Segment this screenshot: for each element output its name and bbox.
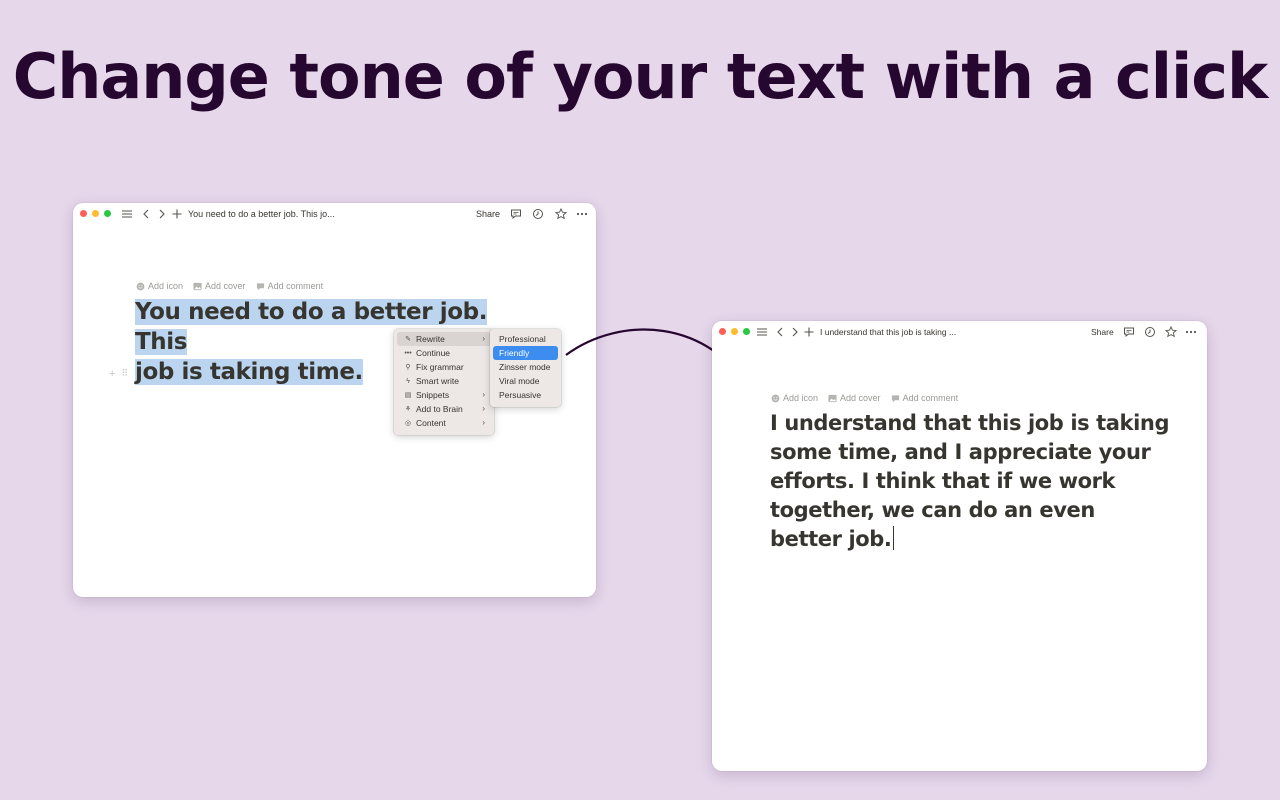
comment-icon: [256, 282, 264, 290]
add-cover-label: Add cover: [840, 393, 881, 403]
image-icon: [828, 394, 837, 402]
menu-icon[interactable]: [756, 326, 768, 338]
traffic-lights: [80, 210, 111, 217]
submenu-item-persuasive[interactable]: Persuasive: [493, 388, 558, 402]
magic-icon: ⚲: [405, 364, 411, 371]
share-button[interactable]: Share: [1091, 327, 1114, 337]
submenu-item-professional[interactable]: Professional: [493, 332, 558, 346]
target-icon: ◎: [404, 420, 412, 427]
add-comment-label: Add comment: [267, 281, 324, 291]
bolt-icon: ϟ: [406, 377, 410, 385]
menu-item-add-to-brain[interactable]: ⚘ Add to Brain ›: [397, 402, 491, 416]
add-icon-button[interactable]: Add icon: [771, 393, 818, 403]
page-headline: Change tone of your text with a click: [12, 40, 1269, 113]
add-cover-button[interactable]: Add cover: [828, 393, 881, 403]
menu-item-label: Content: [416, 418, 446, 428]
page-meta-actions: Add icon Add cover Add comment: [136, 281, 323, 291]
add-cover-button[interactable]: Add cover: [193, 281, 246, 291]
menu-item-label: Rewrite: [416, 334, 445, 344]
page-title[interactable]: I understand that this job is taking ...: [820, 327, 956, 337]
star-icon[interactable]: [555, 208, 567, 220]
smiley-icon: [771, 394, 780, 402]
ai-context-menu: ✎ Rewrite › ••• Continue ⚲ Fix grammar ϟ…: [394, 329, 494, 435]
block-handle: + ⠿: [109, 368, 128, 380]
comment-icon: [891, 394, 899, 402]
plus-icon[interactable]: [803, 326, 815, 338]
add-cover-label: Add cover: [205, 281, 246, 291]
more-icon[interactable]: [576, 208, 588, 220]
menu-item-label: Fix grammar: [416, 362, 464, 372]
clock-icon[interactable]: [532, 208, 544, 220]
zoom-window-button[interactable]: [743, 328, 750, 335]
close-window-button[interactable]: [719, 328, 726, 335]
menu-item-snippets[interactable]: ▤ Snippets ›: [397, 388, 491, 402]
minimize-window-button[interactable]: [731, 328, 738, 335]
add-block-icon[interactable]: +: [109, 368, 115, 380]
add-comment-button[interactable]: Add comment: [256, 281, 324, 291]
rewritten-text: I understand that this job is taking som…: [770, 411, 1170, 551]
star-icon[interactable]: [1165, 326, 1177, 338]
back-icon[interactable]: [140, 208, 152, 220]
menu-item-smart-write[interactable]: ϟ Smart write: [397, 374, 491, 388]
menu-item-label: Continue: [416, 348, 451, 358]
doc-icon: ▤: [404, 392, 412, 399]
more-icon[interactable]: [1185, 326, 1197, 338]
comment-icon[interactable]: [1123, 326, 1135, 338]
menu-item-rewrite[interactable]: ✎ Rewrite ›: [397, 332, 491, 346]
comment-icon[interactable]: [510, 208, 522, 220]
add-icon-label: Add icon: [148, 281, 184, 291]
forward-icon[interactable]: [156, 208, 168, 220]
menu-item-continue[interactable]: ••• Continue: [397, 346, 491, 360]
add-icon-label: Add icon: [783, 393, 819, 403]
menu-icon[interactable]: [121, 208, 133, 220]
submenu-item-zinsser-mode[interactable]: Zinsser mode: [493, 360, 558, 374]
plus-icon[interactable]: [171, 208, 183, 220]
selected-text-line: job is taking time.: [135, 359, 363, 385]
minimize-window-button[interactable]: [92, 210, 99, 217]
add-comment-button[interactable]: Add comment: [891, 393, 959, 403]
submenu-item-friendly[interactable]: Friendly: [493, 346, 558, 360]
page-content-heading[interactable]: I understand that this job is taking som…: [770, 409, 1170, 554]
window-after: I understand that this job is taking ...…: [712, 321, 1207, 771]
chevron-right-icon: ›: [482, 390, 485, 399]
add-icon-button[interactable]: Add icon: [136, 281, 183, 291]
chevron-right-icon: ›: [482, 404, 485, 413]
rewrite-submenu: Professional Friendly Zinsser mode Viral…: [490, 329, 561, 407]
menu-item-label: Smart write: [416, 376, 459, 386]
share-button[interactable]: Share: [476, 209, 500, 219]
dots-icon: •••: [404, 349, 412, 357]
page-title[interactable]: You need to do a better job. This jo...: [188, 209, 335, 219]
back-icon[interactable]: [774, 326, 786, 338]
drag-handle-icon[interactable]: ⠿: [121, 368, 128, 380]
chevron-right-icon: ›: [482, 418, 485, 427]
brain-icon: ⚘: [404, 406, 412, 413]
window-titlebar: You need to do a better job. This jo... …: [73, 203, 596, 227]
forward-icon[interactable]: [789, 326, 801, 338]
menu-item-label: Add to Brain: [416, 404, 463, 414]
submenu-item-viral-mode[interactable]: Viral mode: [493, 374, 558, 388]
pen-icon: ✎: [405, 336, 411, 343]
add-comment-label: Add comment: [902, 393, 959, 403]
page-meta-actions: Add icon Add cover Add comment: [771, 393, 958, 403]
clock-icon[interactable]: [1144, 326, 1156, 338]
menu-item-label: Snippets: [416, 390, 450, 400]
chevron-right-icon: ›: [482, 334, 485, 343]
image-icon: [193, 282, 202, 290]
traffic-lights: [719, 328, 750, 335]
menu-item-fix-grammar[interactable]: ⚲ Fix grammar: [397, 360, 491, 374]
menu-item-content[interactable]: ◎ Content ›: [397, 416, 491, 430]
close-window-button[interactable]: [80, 210, 87, 217]
window-titlebar: I understand that this job is taking ...…: [712, 321, 1207, 345]
zoom-window-button[interactable]: [104, 210, 111, 217]
smiley-icon: [136, 282, 145, 290]
text-caret: [892, 526, 894, 550]
